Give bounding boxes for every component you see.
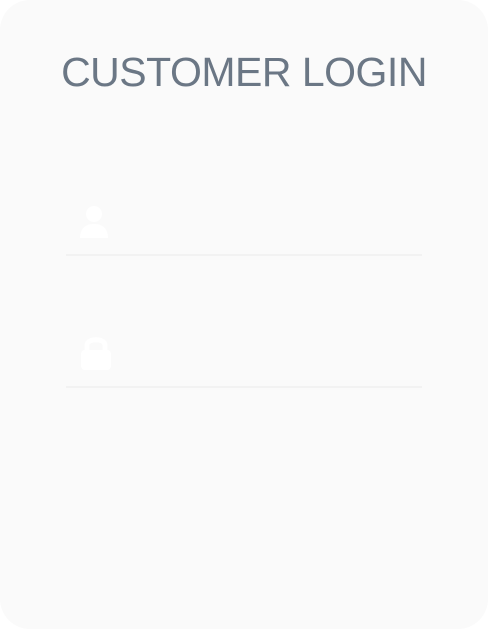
lock-icon (78, 332, 114, 372)
username-input[interactable] (126, 200, 420, 242)
password-underline (66, 386, 422, 388)
password-input[interactable] (126, 332, 420, 374)
username-underline (66, 254, 422, 256)
password-field[interactable] (66, 318, 422, 388)
user-icon (78, 202, 114, 242)
login-card: CUSTOMER LOGIN (0, 0, 488, 629)
page-title: CUSTOMER LOGIN (61, 49, 427, 95)
username-field[interactable] (66, 186, 422, 256)
